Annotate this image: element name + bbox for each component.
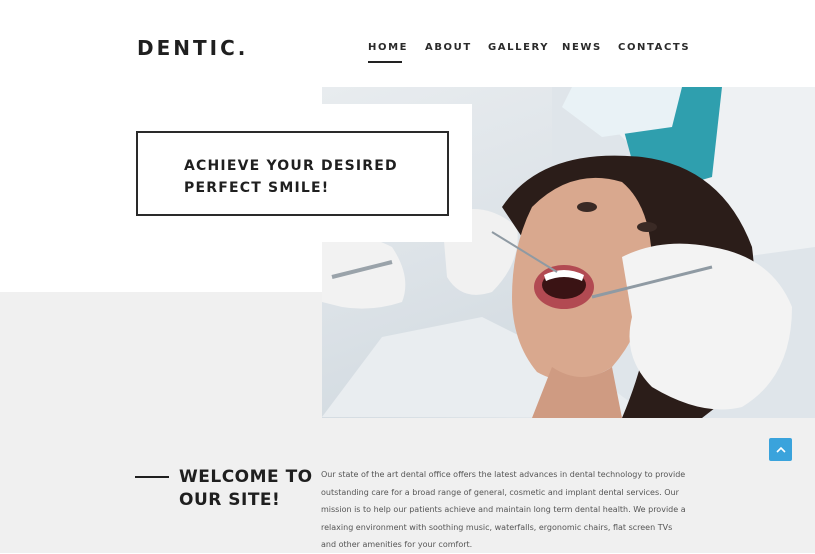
scroll-to-top-button[interactable]: [769, 438, 792, 461]
welcome-body-text: Our state of the art dental office offer…: [321, 470, 686, 550]
nav-item-news[interactable]: NEWS: [562, 42, 602, 53]
welcome-title-line-1: WELCOME TO: [179, 467, 313, 487]
welcome-dash: [135, 476, 169, 478]
chevron-up-icon: [775, 446, 786, 453]
welcome-title-line-2: OUR SITE!: [179, 490, 281, 510]
nav-item-home[interactable]: HOME: [368, 42, 408, 53]
welcome-title: WELCOME TO OUR SITE!: [179, 466, 319, 512]
hero-promo-box: ACHIEVE YOUR DESIRED PERFECT SMILE!: [136, 131, 449, 216]
nav-item-contacts[interactable]: CONTACTS: [618, 42, 690, 53]
site-logo[interactable]: DENTIC.: [137, 36, 248, 60]
nav-item-about[interactable]: ABOUT: [425, 42, 472, 53]
nav-active-indicator: [368, 61, 402, 63]
hero-promo-line-1: ACHIEVE YOUR DESIRED: [184, 158, 398, 174]
hero-promo-text: ACHIEVE YOUR DESIRED PERFECT SMILE!: [184, 155, 424, 199]
nav-item-gallery[interactable]: GALLERY: [488, 42, 549, 53]
hero-promo-line-2: PERFECT SMILE!: [184, 180, 330, 196]
